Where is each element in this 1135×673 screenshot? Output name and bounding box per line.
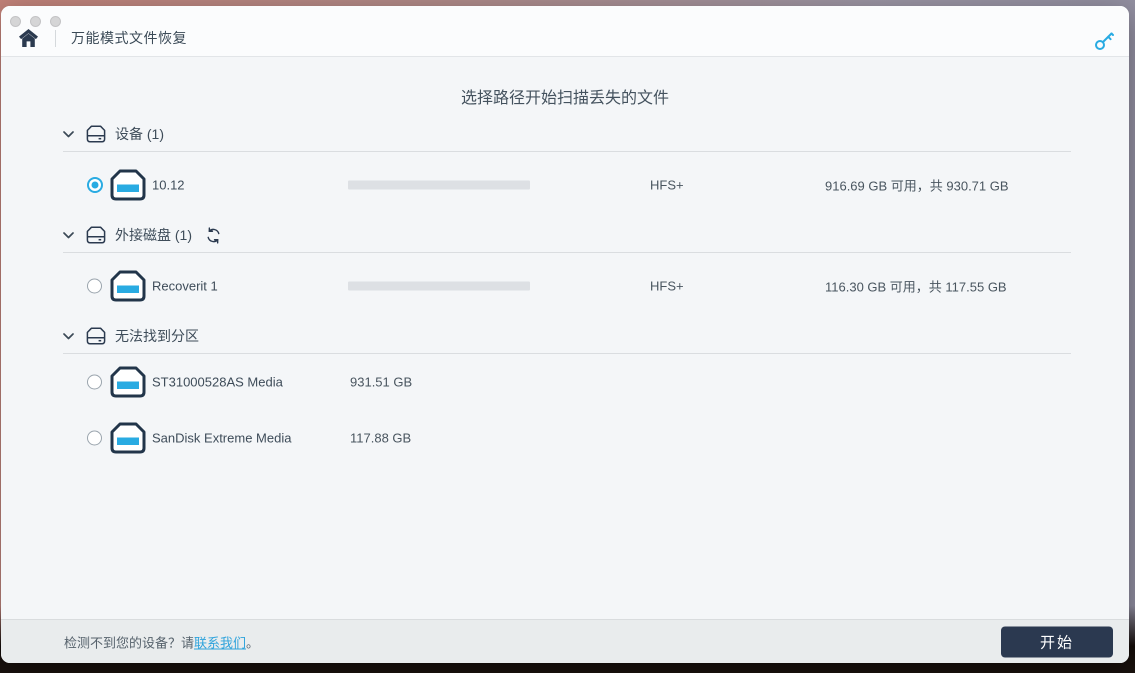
section-header-lost-partitions: 无法找到分区 — [63, 319, 1071, 353]
app-window: 万能模式文件恢复 选择路径开始扫描丢失的文件 设备 (1) 10.12 HFS+… — [1, 6, 1129, 663]
drive-icon — [110, 169, 146, 201]
disk-section-icon — [86, 327, 106, 345]
usage-progress-bar — [348, 281, 530, 291]
hint-suffix: 。 — [246, 635, 260, 650]
device-size: 931.51 GB — [350, 374, 413, 390]
device-name: Recoverit 1 — [152, 278, 218, 294]
device-size: 117.88 GB — [350, 430, 412, 446]
device-name: ST31000528AS Media — [152, 374, 283, 390]
device-row-10-12[interactable]: 10.12 HFS+ 916.69 GB 可用，共 930.71 GB — [63, 152, 1071, 218]
disk-section-icon — [86, 125, 106, 143]
device-not-found-hint: 检测不到您的设备？请联系我们。 — [64, 632, 259, 651]
chevron-down-icon[interactable] — [63, 231, 74, 239]
minimize-window-button[interactable] — [30, 16, 41, 27]
refresh-icon[interactable] — [205, 226, 222, 244]
section-label: 无法找到分区 — [115, 328, 199, 344]
chevron-down-icon[interactable] — [63, 130, 74, 138]
drive-icon — [110, 366, 146, 398]
close-window-button[interactable] — [10, 16, 21, 27]
page-heading: 选择路径开始扫描丢失的文件 — [460, 90, 669, 107]
radio-unselected[interactable] — [87, 278, 102, 294]
radio-unselected[interactable] — [87, 430, 102, 446]
capacity-text: 116.30 GB 可用，共 117.55 GB — [825, 279, 1007, 295]
section-header-external: 外接磁盘 (1) — [63, 218, 1071, 252]
hint-text: 检测不到您的设备？请 — [64, 635, 195, 650]
device-row-recoverit-1[interactable]: Recoverit 1 HFS+ 116.30 GB 可用，共 117.55 G… — [63, 253, 1071, 319]
page-title: 万能模式文件恢复 — [71, 30, 187, 46]
filesystem-type: HFS+ — [650, 278, 684, 294]
radio-unselected[interactable] — [87, 374, 102, 390]
zoom-window-button[interactable] — [50, 16, 61, 27]
filesystem-type: HFS+ — [650, 177, 684, 193]
chevron-down-icon[interactable] — [63, 332, 74, 340]
radio-selected[interactable] — [87, 177, 103, 193]
footer-bar: 检测不到您的设备？请联系我们。 开始 — [1, 619, 1129, 663]
device-tree: 设备 (1) 10.12 HFS+ 916.69 GB 可用，共 930.71 … — [1, 117, 1129, 466]
drive-icon — [110, 270, 146, 302]
section-label: 外接磁盘 (1) — [115, 227, 192, 243]
device-row-sandisk-extreme[interactable]: SanDisk Extreme Media 117.88 GB — [63, 410, 1071, 466]
main-content: 选择路径开始扫描丢失的文件 设备 (1) 10.12 HFS+ 916.69 G… — [1, 58, 1129, 619]
header-separator — [55, 29, 56, 47]
section-header-devices: 设备 (1) — [63, 117, 1071, 151]
capacity-text: 916.69 GB 可用，共 930.71 GB — [825, 178, 1009, 194]
usage-progress-bar — [348, 180, 530, 190]
window-controls — [10, 16, 61, 27]
header-nav: 万能模式文件恢复 — [18, 28, 187, 48]
key-icon[interactable] — [1093, 30, 1115, 52]
device-row-st31000528as[interactable]: ST31000528AS Media 931.51 GB — [63, 354, 1071, 410]
start-button[interactable]: 开始 — [1001, 626, 1113, 657]
title-bar: 万能模式文件恢复 — [1, 6, 1129, 57]
contact-us-link[interactable]: 联系我们 — [194, 635, 246, 650]
device-name: SanDisk Extreme Media — [152, 430, 292, 446]
disk-section-icon — [86, 226, 106, 244]
home-icon[interactable] — [18, 28, 39, 48]
section-label: 设备 (1) — [115, 126, 164, 142]
device-name: 10.12 — [152, 177, 185, 193]
drive-icon — [110, 422, 146, 454]
